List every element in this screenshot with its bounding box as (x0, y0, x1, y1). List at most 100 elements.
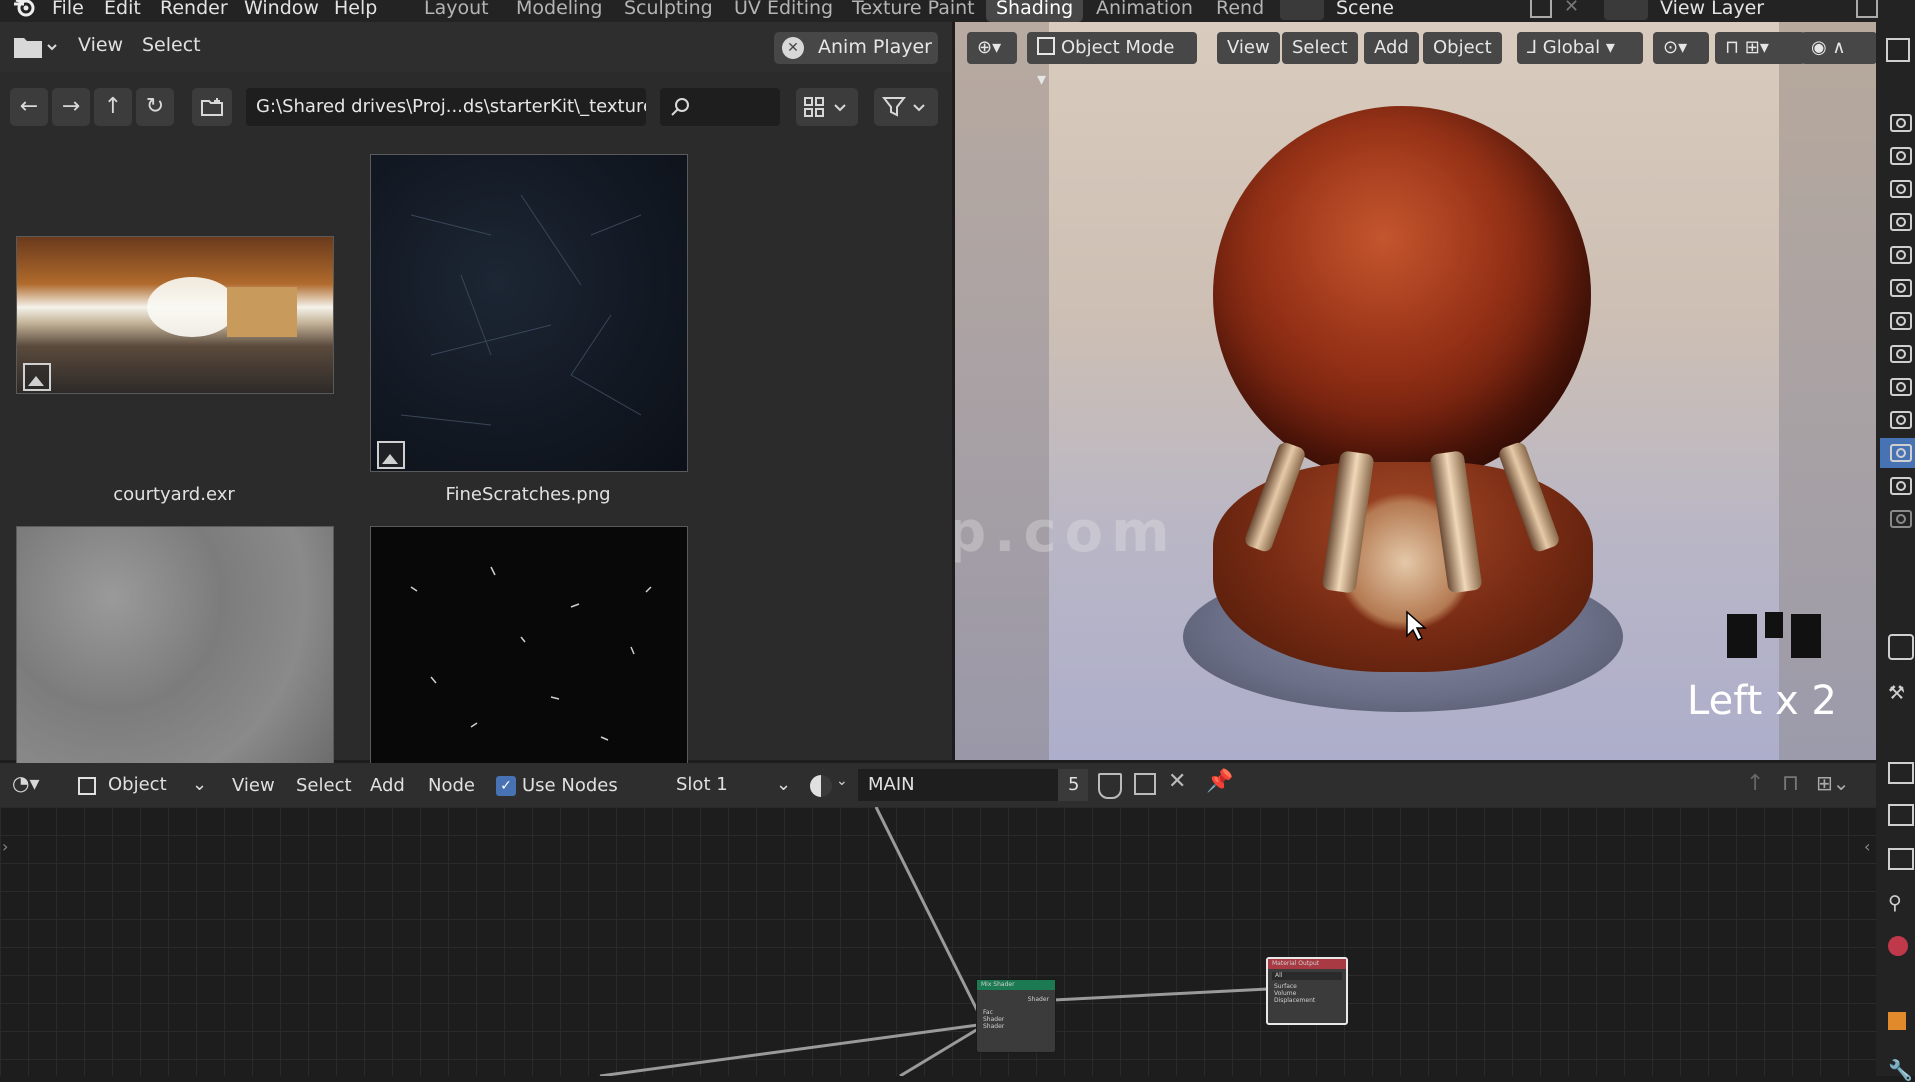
camera-icon[interactable] (1890, 411, 1912, 429)
sphere-model[interactable] (1213, 106, 1591, 484)
snap-node-icon[interactable]: ⊓ (1782, 771, 1799, 796)
material-browse-icon[interactable]: ⌄ (810, 773, 848, 799)
scene-name[interactable]: Scene (1336, 0, 1394, 21)
back-arrow-icon[interactable]: ← (10, 88, 48, 126)
object-properties-icon[interactable] (1888, 1012, 1906, 1030)
tab-uv-editing[interactable]: UV Editing (724, 0, 843, 22)
menu-render[interactable]: Render (160, 0, 228, 21)
node-editor-canvas[interactable]: Mix Shader Shader Fac Shader Shader Mate… (0, 807, 1876, 1076)
menu-file[interactable]: File (52, 0, 84, 21)
material-output-input-surface[interactable]: Surface (1268, 983, 1346, 990)
menu-help[interactable]: Help (334, 0, 377, 21)
camera-icon[interactable] (1890, 510, 1912, 528)
material-output-input-volume[interactable]: Volume (1268, 990, 1346, 997)
view-layer-properties-icon[interactable] (1888, 848, 1914, 870)
camera-icon[interactable] (1890, 378, 1912, 396)
delete-scene-icon[interactable]: ✕ (1564, 0, 1584, 17)
viewport-menu-object[interactable]: Object (1423, 32, 1502, 64)
file-thumbnail-finescratches[interactable] (370, 154, 688, 472)
mix-shader-output-socket[interactable]: Shader (977, 996, 1055, 1003)
unlink-material-icon[interactable]: ✕ (1168, 769, 1186, 794)
filename-search-field[interactable] (660, 88, 780, 126)
new-scene-icon[interactable] (1530, 0, 1552, 18)
node-menu-node[interactable]: Node (428, 772, 475, 800)
fb-menu-select[interactable]: Select (142, 34, 201, 56)
forward-arrow-icon[interactable]: → (52, 88, 90, 126)
anim-player-button[interactable]: ✕ Anim Player (774, 32, 938, 64)
tab-layout[interactable]: Layout (414, 0, 499, 22)
viewport-menu-select[interactable]: Select (1282, 32, 1358, 64)
transform-orientation-dropdown[interactable]: ⅃ Global ▾ (1517, 32, 1643, 64)
scene-selector-icon[interactable] (1280, 0, 1324, 20)
node-menu-add[interactable]: Add (370, 772, 405, 800)
mix-shader-input-shader-1[interactable]: Shader (977, 1016, 1055, 1023)
camera-icon[interactable] (1890, 213, 1912, 231)
tool-settings-icon[interactable] (1888, 634, 1914, 660)
file-thumbnail-4[interactable] (370, 526, 688, 764)
camera-icon[interactable] (1890, 345, 1912, 363)
use-nodes-checkbox[interactable]: ✓ (496, 776, 516, 796)
tab-texture-paint[interactable]: Texture Paint (842, 0, 985, 22)
file-thumbnail-3[interactable] (16, 526, 334, 764)
object-type-dropdown[interactable]: Object ⌄ (74, 771, 210, 799)
tab-shading[interactable]: Shading (986, 0, 1084, 22)
fake-user-shield-icon[interactable] (1098, 773, 1122, 799)
camera-icon[interactable] (1890, 246, 1912, 264)
node-menu-view[interactable]: View (232, 772, 275, 800)
refresh-icon[interactable]: ↻ (136, 88, 174, 126)
filter-icon[interactable] (874, 88, 938, 126)
object-mode-dropdown[interactable]: Object Mode ▾ (1027, 32, 1197, 90)
mix-shader-node[interactable]: Mix Shader Shader Fac Shader Shader (976, 979, 1056, 1053)
material-name-field[interactable]: MAIN (858, 769, 1058, 801)
file-thumbnail-courtyard[interactable] (16, 236, 334, 394)
world-properties-icon[interactable] (1888, 936, 1908, 956)
snap-element-icon[interactable]: ⊞⌄ (1816, 771, 1850, 795)
mix-shader-node-header[interactable]: Mix Shader (977, 980, 1055, 990)
material-output-input-displacement[interactable]: Displacement (1268, 997, 1346, 1004)
material-output-node[interactable]: Material Output All Surface Volume Displ… (1266, 957, 1348, 1025)
fb-menu-view[interactable]: View (78, 34, 123, 56)
menu-window[interactable]: Window (244, 0, 319, 21)
output-properties-icon[interactable] (1888, 804, 1914, 826)
view-layer-selector-icon[interactable] (1604, 0, 1648, 20)
viewport-menu-add[interactable]: Add (1364, 32, 1419, 64)
tools-icon[interactable]: ⚒ (1888, 682, 1910, 704)
scene-properties-icon[interactable]: ⚲ (1888, 892, 1910, 914)
tab-sculpting[interactable]: Sculpting (614, 0, 723, 22)
3d-viewport[interactable]: cgsop.com Left x 2 ⊕▾ Object Mode ▾ View… (955, 22, 1876, 760)
material-output-target-dropdown[interactable]: All (1272, 972, 1342, 980)
tab-animation[interactable]: Animation (1086, 0, 1203, 22)
material-users-count[interactable]: 5 (1058, 769, 1088, 801)
camera-icon[interactable] (1890, 114, 1912, 132)
active-camera-icon[interactable] (1890, 444, 1912, 462)
node-menu-select[interactable]: Select (296, 772, 352, 800)
snap-icon[interactable]: ⊓ ⊞▾ (1715, 32, 1805, 64)
menu-edit[interactable]: Edit (104, 0, 141, 21)
pin-icon[interactable]: 📌 (1206, 769, 1233, 794)
camera-icon[interactable] (1890, 180, 1912, 198)
parent-directory-icon[interactable]: ↑ (94, 88, 132, 126)
slot-dropdown[interactable]: Slot 1 ⌄ (664, 771, 794, 799)
blender-logo-icon[interactable] (12, 0, 36, 18)
proportional-editing-icon[interactable]: ◉ ∧ (1801, 32, 1876, 64)
render-properties-icon[interactable] (1888, 762, 1914, 784)
modifier-properties-icon[interactable]: 🔧 (1888, 1058, 1913, 1082)
sidebar-toggle-icon[interactable]: ‹ (1864, 837, 1870, 856)
toolbar-toggle-icon[interactable]: › (2, 837, 8, 856)
new-folder-icon[interactable] (192, 88, 232, 126)
pivot-point-icon[interactable]: ⊙▾ (1653, 32, 1709, 64)
editor-type-shader-icon[interactable]: ◔▾ (12, 771, 58, 799)
tab-modeling[interactable]: Modeling (506, 0, 612, 22)
properties-tool-icon[interactable] (1886, 38, 1910, 62)
directory-path-field[interactable]: G:\Shared drives\Proj...ds\starterKit\_t… (246, 88, 646, 126)
camera-icon[interactable] (1890, 147, 1912, 165)
camera-icon[interactable] (1890, 477, 1912, 495)
parent-node-tree-icon[interactable]: ↑ (1746, 771, 1764, 796)
display-mode-thumbnails-icon[interactable] (796, 88, 858, 126)
mix-shader-input-shader-2[interactable]: Shader (977, 1023, 1055, 1030)
camera-icon[interactable] (1890, 312, 1912, 330)
tab-rendering[interactable]: Rend (1206, 0, 1274, 22)
duplicate-material-icon[interactable] (1134, 773, 1156, 795)
view-layer-name[interactable]: View Layer (1660, 0, 1764, 21)
mix-shader-input-fac[interactable]: Fac (977, 1009, 1055, 1016)
